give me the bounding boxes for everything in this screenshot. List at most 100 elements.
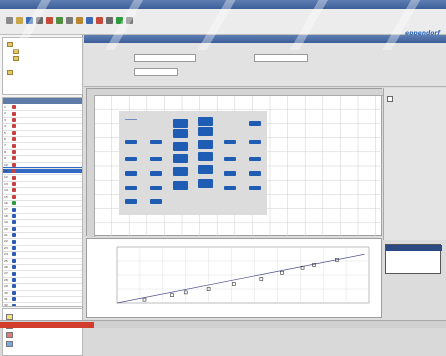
copy-icon[interactable] [56, 17, 63, 24]
lane-color-icon [12, 156, 16, 161]
row-number: 12 [4, 175, 8, 180]
paste-icon[interactable] [66, 17, 73, 24]
tree-item[interactable] [13, 56, 21, 61]
gel-band[interactable] [223, 171, 237, 176]
lane-color-icon [12, 297, 16, 302]
lane-color-icon [12, 188, 16, 193]
left-panel: 1 2 3 4 5 6 7 8 9 10 11 12 13 14 15 16 17 18 19 20 21 22 23 24 2… [0, 35, 83, 356]
status-bar [0, 320, 446, 328]
row-number: 26 [4, 265, 8, 269]
gel-band[interactable] [149, 199, 163, 204]
option-checkbox[interactable] [387, 96, 393, 102]
calibration-chart-svg [116, 246, 370, 304]
lane-color-icon [12, 284, 16, 289]
row-number: 18 [4, 213, 8, 218]
gel-band[interactable] [173, 181, 189, 191]
lane-color-icon [12, 239, 16, 244]
print-icon[interactable] [36, 17, 43, 24]
gel-band[interactable] [173, 118, 189, 128]
save-icon[interactable] [26, 17, 33, 24]
tree-item[interactable] [7, 42, 15, 47]
gel-image[interactable] [119, 111, 267, 215]
export-icon[interactable] [126, 17, 133, 24]
row-number: 31 [4, 297, 8, 301]
gel-band[interactable] [223, 139, 237, 145]
color-icon[interactable] [96, 17, 103, 24]
undo-icon[interactable] [76, 17, 83, 24]
gel-band[interactable] [248, 121, 261, 126]
project-tree[interactable] [2, 37, 83, 95]
row-number: 28 [4, 277, 8, 282]
help-icon[interactable] [116, 17, 123, 24]
legend-panel [2, 308, 83, 356]
param-field-1[interactable] [134, 54, 196, 62]
gel-band[interactable] [197, 152, 213, 162]
gel-band[interactable] [149, 156, 163, 162]
gel-band[interactable] [149, 185, 163, 191]
info-box-header [386, 245, 442, 251]
row-number: 4 [4, 124, 6, 129]
gel-band[interactable] [223, 185, 237, 191]
gel-band[interactable] [197, 127, 213, 137]
gel-band[interactable] [125, 156, 138, 162]
gel-band[interactable] [197, 164, 213, 174]
gel-band[interactable] [197, 179, 213, 189]
cut-icon[interactable] [46, 17, 53, 24]
row-number: 15 [4, 194, 8, 199]
gel-band[interactable] [248, 156, 261, 162]
lane-color-icon [12, 169, 16, 174]
gel-band[interactable] [149, 171, 163, 176]
lane-color-icon [12, 214, 16, 219]
gel-band[interactable] [125, 118, 138, 120]
row-number: 21 [4, 233, 8, 237]
gel-view[interactable] [86, 88, 383, 237]
title-bar [0, 0, 446, 9]
folder-icon [13, 56, 19, 61]
lane-color-icon [12, 290, 16, 295]
row-number: 17 [4, 207, 8, 212]
new-icon[interactable] [6, 17, 13, 24]
lane-color-icon [12, 246, 16, 251]
param-field-3[interactable] [134, 68, 178, 76]
gel-band[interactable] [173, 129, 189, 139]
lane-color-icon [12, 252, 16, 257]
gel-band[interactable] [223, 156, 237, 162]
calibration-chart [86, 238, 382, 318]
open-icon[interactable] [16, 17, 23, 24]
gel-band[interactable] [173, 154, 189, 164]
row-number: 7 [4, 143, 6, 148]
gel-band[interactable] [149, 139, 163, 145]
param-field-2[interactable] [254, 54, 308, 62]
zoom-icon[interactable] [86, 17, 93, 24]
status-progress [0, 322, 94, 328]
tree-item[interactable] [7, 70, 15, 75]
row-number: 25 [4, 258, 8, 263]
table-row[interactable]: 32 [3, 302, 82, 307]
lane-color-icon [12, 105, 16, 110]
row-number: 23 [4, 245, 8, 250]
tree-item[interactable] [13, 49, 21, 54]
gel-band[interactable] [125, 185, 138, 191]
row-number: 6 [4, 137, 6, 141]
gel-band[interactable] [125, 199, 138, 204]
lane-color-icon [12, 118, 16, 123]
row-number: 30 [4, 290, 8, 295]
lane-color-icon [12, 265, 16, 270]
settings-icon[interactable] [106, 17, 113, 24]
lane-color-icon [12, 130, 16, 135]
gel-band[interactable] [248, 171, 261, 176]
gel-band[interactable] [197, 116, 213, 126]
gel-band[interactable] [173, 166, 189, 176]
right-panel [383, 88, 446, 240]
gel-band[interactable] [173, 141, 189, 151]
gel-band[interactable] [125, 171, 138, 176]
row-number: 32 [4, 303, 8, 307]
gel-band[interactable] [197, 139, 213, 149]
gel-band[interactable] [125, 139, 138, 145]
gel-band[interactable] [248, 139, 261, 145]
lane-color-icon [12, 226, 16, 231]
row-number: 8 [4, 149, 6, 154]
lane-color-icon [12, 143, 16, 148]
row-number: 9 [4, 156, 6, 161]
gel-band[interactable] [248, 185, 261, 191]
